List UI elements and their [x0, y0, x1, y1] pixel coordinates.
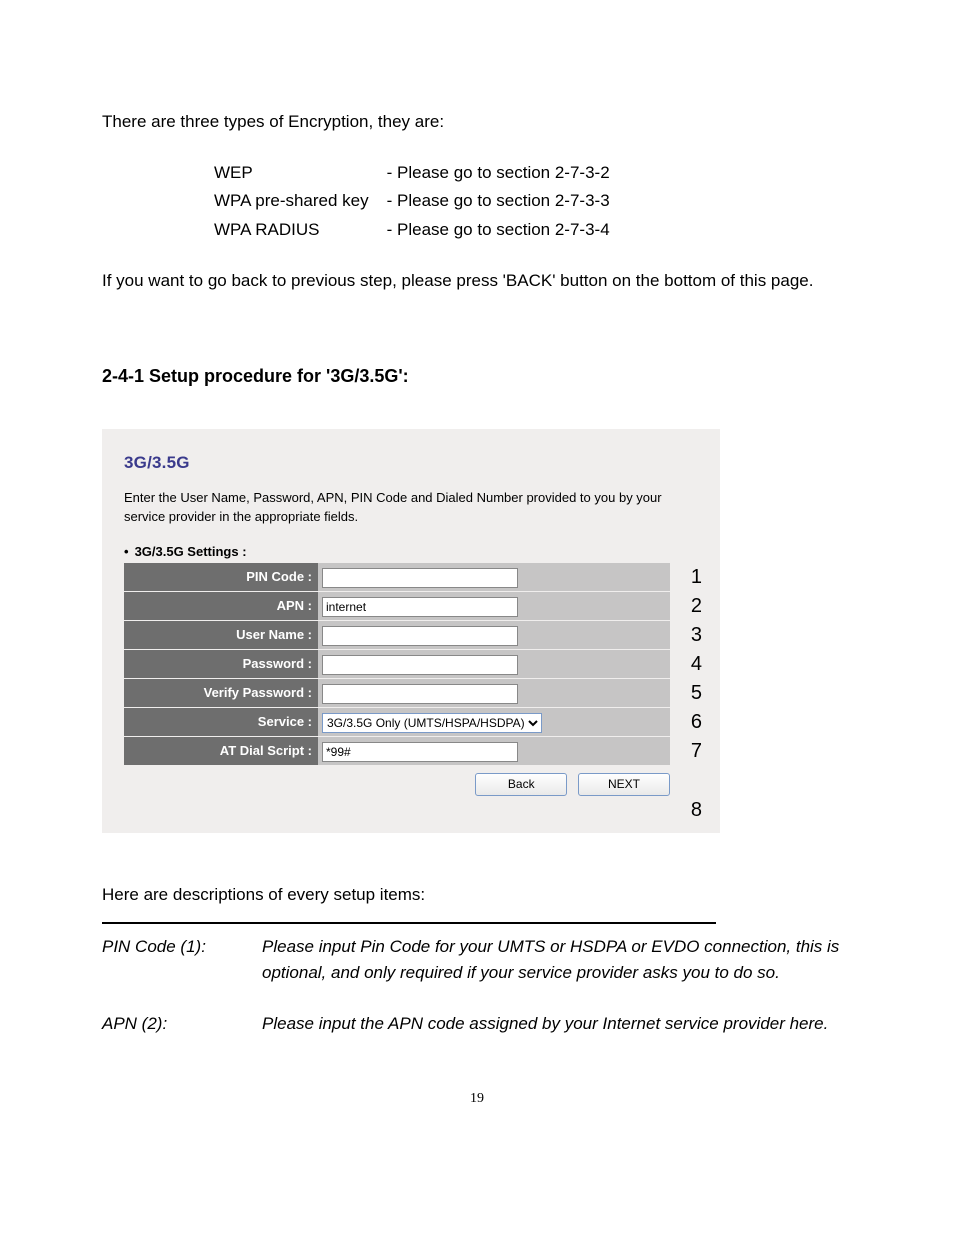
enc-name: WPA RADIUS — [214, 216, 387, 245]
settings-panel: 3G/3.5G Enter the User Name, Password, A… — [102, 429, 720, 833]
enc-ref: - Please go to section 2-7-3-3 — [387, 187, 616, 216]
enc-name: WEP — [214, 159, 387, 188]
panel-title: 3G/3.5G — [124, 451, 702, 476]
field-label-dial-script: AT Dial Script : — [124, 737, 318, 766]
field-label-apn: APN : — [124, 592, 318, 621]
field-number: 1 — [670, 563, 702, 592]
divider — [102, 922, 716, 924]
descriptions-table: PIN Code (1): Please input Pin Code for … — [102, 934, 852, 1061]
verify-password-input[interactable] — [322, 684, 518, 704]
field-number: 4 — [670, 650, 702, 679]
field-number: 3 — [670, 621, 702, 650]
descriptions-intro: Here are descriptions of every setup ite… — [102, 883, 852, 908]
enc-name: WPA pre-shared key — [214, 187, 387, 216]
field-label-username: User Name : — [124, 621, 318, 650]
desc-label: APN (2): — [102, 1011, 262, 1061]
field-number-8: 8 — [670, 796, 702, 825]
next-button[interactable]: NEXT — [578, 773, 670, 796]
dial-script-input[interactable] — [322, 742, 518, 762]
field-number: 6 — [670, 708, 702, 737]
desc-text: Please input Pin Code for your UMTS or H… — [262, 934, 852, 1011]
pin-code-input[interactable] — [322, 568, 518, 588]
desc-label: PIN Code (1): — [102, 934, 262, 1011]
encryption-types-table: WEP- Please go to section 2-7-3-2 WPA pr… — [214, 159, 616, 245]
settings-form-table: PIN Code : 1 APN : 2 User Name : 3 Passw… — [124, 563, 702, 826]
username-input[interactable] — [322, 626, 518, 646]
page-number: 19 — [102, 1089, 852, 1109]
field-label-verify-password: Verify Password : — [124, 679, 318, 708]
field-number: 7 — [670, 737, 702, 766]
enc-ref: - Please go to section 2-7-3-2 — [387, 159, 616, 188]
desc-text: Please input the APN code assigned by yo… — [262, 1011, 852, 1061]
back-button[interactable]: Back — [475, 773, 567, 796]
panel-subheading: 3G/3.5G Settings : — [124, 543, 702, 562]
enc-ref: - Please go to section 2-7-3-4 — [387, 216, 616, 245]
field-label-service: Service : — [124, 708, 318, 737]
section-heading: 2-4-1 Setup procedure for '3G/3.5G': — [102, 363, 852, 389]
field-label-pin: PIN Code : — [124, 563, 318, 592]
apn-input[interactable] — [322, 597, 518, 617]
back-note: If you want to go back to previous step,… — [102, 269, 852, 294]
service-select[interactable]: 3G/3.5G Only (UMTS/HSPA/HSDPA) — [322, 713, 542, 733]
field-label-password: Password : — [124, 650, 318, 679]
encryption-intro: There are three types of Encryption, the… — [102, 110, 852, 135]
field-number: 2 — [670, 592, 702, 621]
password-input[interactable] — [322, 655, 518, 675]
field-number: 5 — [670, 679, 702, 708]
panel-description: Enter the User Name, Password, APN, PIN … — [124, 488, 702, 527]
